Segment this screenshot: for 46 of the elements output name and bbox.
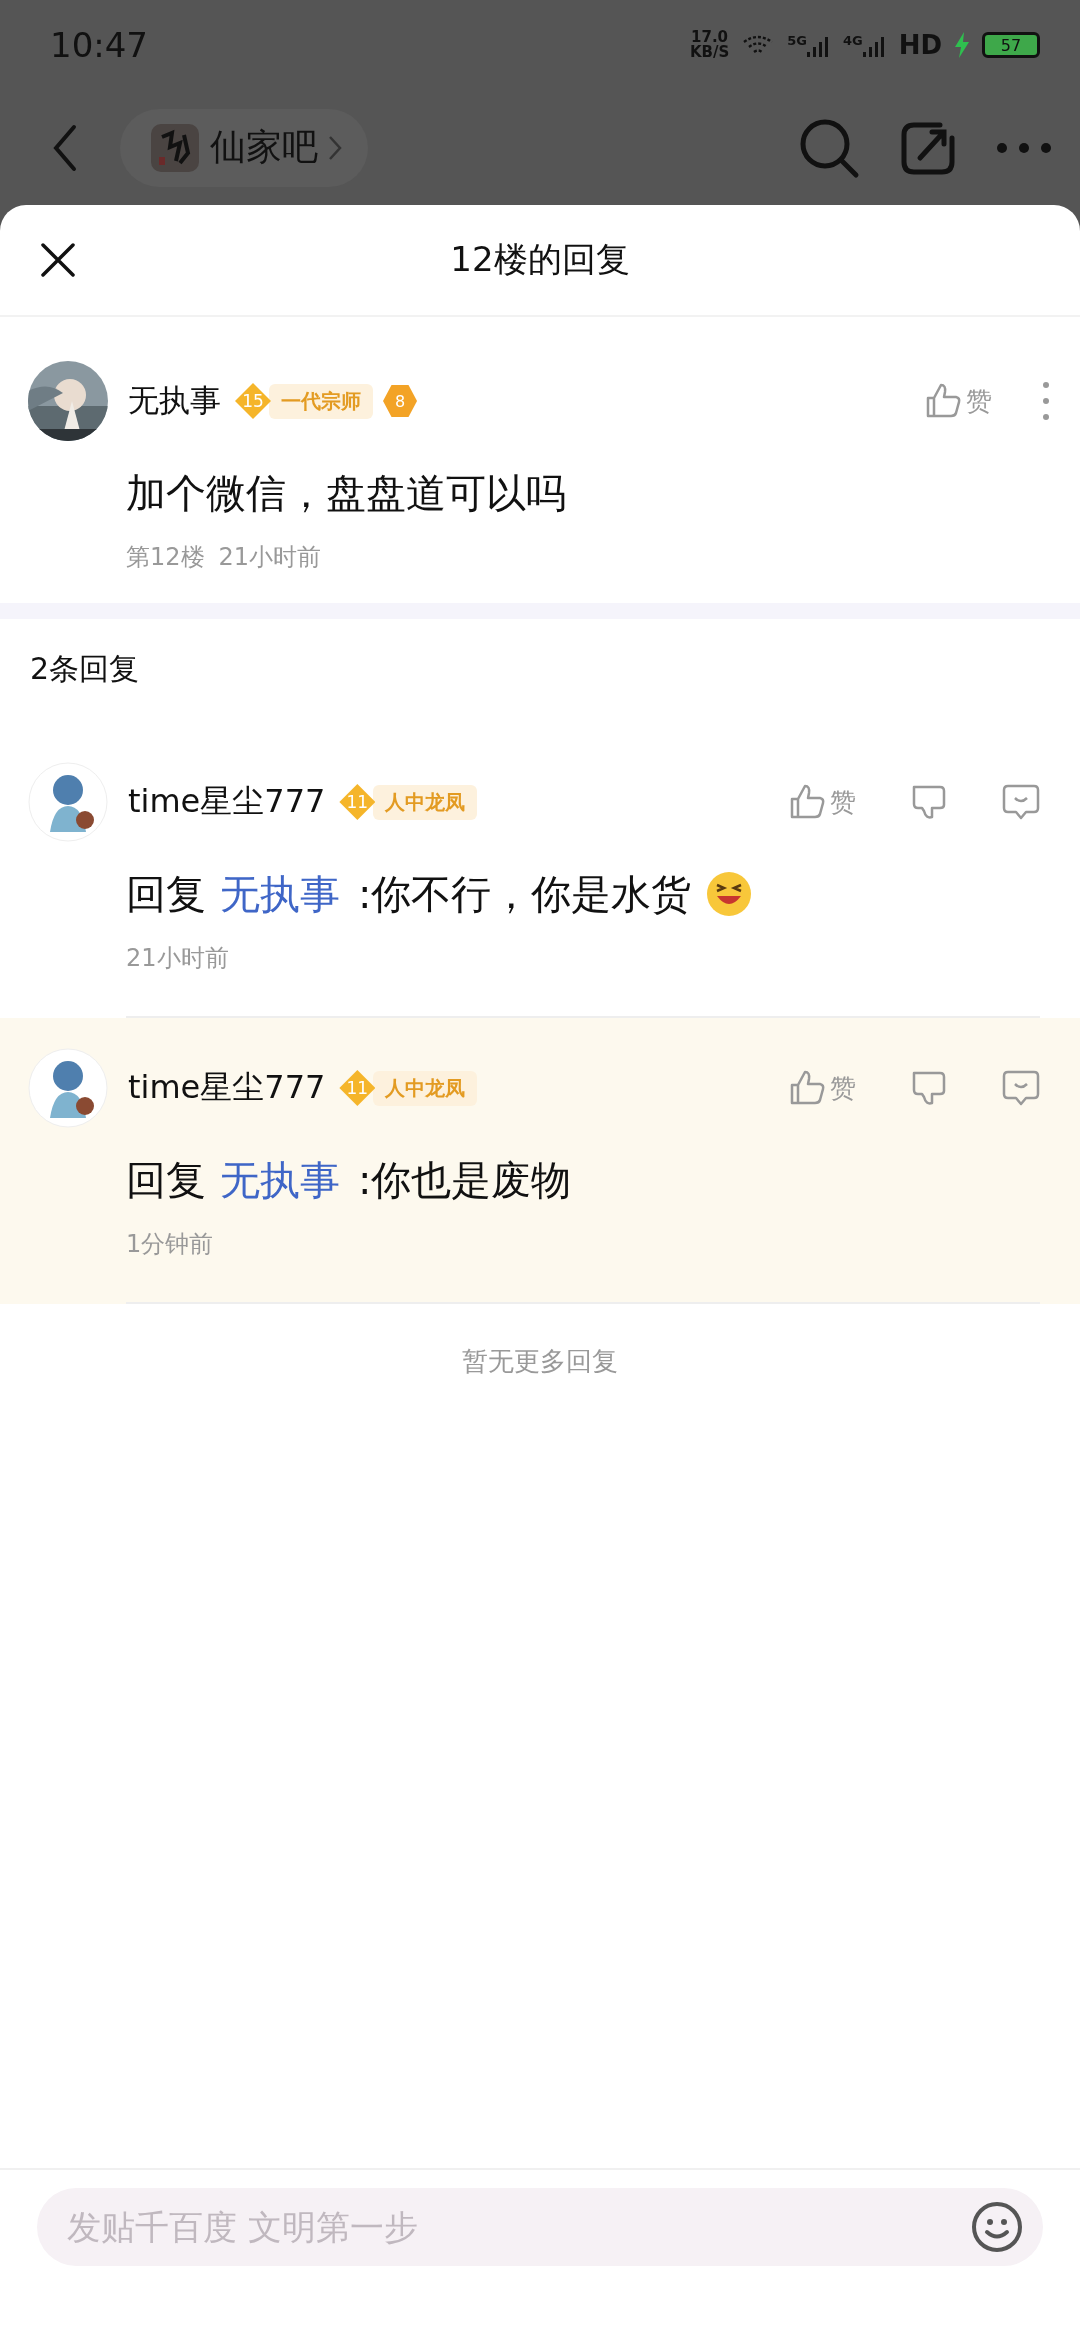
network-speed: 17.0 KB/S	[689, 30, 730, 60]
end-note: 暂无更多回复	[461, 1345, 619, 1378]
post-content: 加个微信，盘盘道可以吗	[126, 469, 567, 518]
comment-icon[interactable]	[1002, 783, 1040, 821]
comment-field[interactable]: 发贴千百度 文明第一步	[37, 2188, 1043, 2266]
reply-text: :你也是废物	[358, 1156, 572, 1205]
battery-icon: 57	[982, 32, 1040, 58]
username[interactable]: 无执事	[128, 380, 221, 422]
rank-tag: 人中龙凤	[373, 784, 478, 820]
reply-label: 回复	[126, 870, 206, 919]
more-options-icon[interactable]	[1042, 381, 1050, 421]
level-badge: 11	[339, 1070, 376, 1106]
reply-label: 回复	[126, 1156, 206, 1205]
rank-tag: 人中龙凤	[373, 1070, 478, 1106]
level-badge: 15	[235, 383, 271, 419]
network-type: 5G	[787, 33, 807, 48]
network-type: 4G	[842, 33, 863, 48]
sheet-title: 12楼的回复	[450, 238, 630, 281]
close-icon[interactable]	[40, 242, 76, 278]
rank-tag: 一代宗师	[269, 383, 373, 419]
mention-link[interactable]: 无执事	[220, 866, 340, 922]
like-button[interactable]: 赞	[788, 783, 856, 821]
username[interactable]: time星尘777	[128, 1066, 326, 1110]
like-button[interactable]: 赞	[788, 1069, 856, 1107]
reply-time: 21小时前	[126, 943, 229, 974]
reply-time: 1分钟前	[126, 1229, 214, 1260]
hexagon-badge: 8	[383, 384, 417, 418]
mention-link[interactable]: 无执事	[220, 1152, 340, 1208]
more-icon[interactable]	[996, 141, 1052, 154]
level-badge: 11	[339, 784, 376, 820]
like-button[interactable]: 赞	[924, 382, 992, 420]
reply-text: :你不行，你是水货	[358, 870, 692, 919]
comment-icon[interactable]	[1002, 1069, 1040, 1107]
chevron-right-icon	[328, 134, 342, 161]
post-time: 21小时前	[218, 542, 322, 573]
floor-number: 第12楼	[126, 542, 205, 573]
forum-logo-icon	[150, 122, 200, 173]
dislike-icon[interactable]	[910, 783, 948, 821]
dislike-icon[interactable]	[910, 1069, 948, 1107]
forum-chip[interactable]: 仙家吧	[120, 108, 368, 187]
username[interactable]: time星尘777	[128, 780, 326, 824]
comment-input[interactable]: 发贴千百度 文明第一步	[65, 2206, 971, 2248]
reply-count: 2条回复	[29, 650, 141, 688]
emoji-icon[interactable]	[971, 2201, 1023, 2253]
clock-time: 10:47	[50, 25, 148, 65]
hd-label: HD	[898, 30, 942, 60]
